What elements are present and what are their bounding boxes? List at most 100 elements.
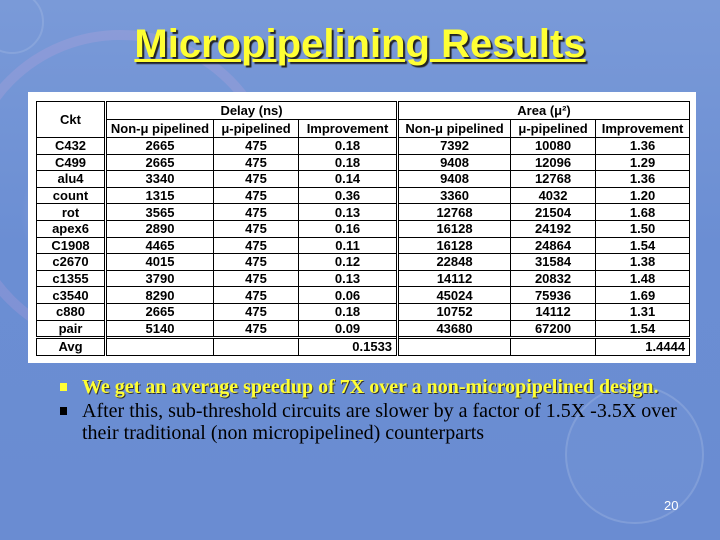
cell-delay-pipelined: 475 bbox=[213, 170, 299, 188]
cell-delay-non-pipelined: 4015 bbox=[105, 253, 214, 271]
cell-area-non-pipelined: 12768 bbox=[397, 203, 512, 221]
cell-area-non-pipelined: 3360 bbox=[397, 186, 512, 205]
cell-delay-non-pipelined: 3340 bbox=[105, 170, 214, 188]
cell-ckt: apex6 bbox=[36, 219, 107, 238]
page-number: 20 bbox=[664, 498, 679, 513]
cell-delay-non-pipelined: 3565 bbox=[105, 203, 214, 221]
cell-area-non-pipelined: 9408 bbox=[397, 153, 512, 172]
cell-area-pipelined: 4032 bbox=[510, 186, 597, 205]
cell-ckt: count bbox=[36, 186, 107, 205]
header-delay-improvement: Improvement bbox=[297, 119, 400, 138]
cell-delay-improvement: 0.36 bbox=[297, 186, 400, 205]
cell-delay-improvement: 0.16 bbox=[297, 219, 400, 238]
cell-delay-pipelined: 475 bbox=[213, 319, 299, 339]
bullet-text: After this, sub-threshold circuits are s… bbox=[82, 400, 677, 444]
cell-area-improvement: 1.54 bbox=[595, 319, 691, 339]
cell-delay-improvement: 0.1533 bbox=[297, 336, 400, 356]
cell-area-pipelined: 24864 bbox=[510, 236, 597, 255]
cell-area-non-pipelined: 10752 bbox=[397, 302, 512, 321]
cell-delay-pipelined: 475 bbox=[213, 219, 299, 238]
cell-area-non-pipelined: 45024 bbox=[397, 286, 512, 304]
cell-area-pipelined: 24192 bbox=[510, 219, 597, 238]
cell-area-improvement: 1.4444 bbox=[595, 336, 691, 356]
header-area-non-pipelined: Non-μ pipelined bbox=[397, 119, 512, 138]
cell-area-non-pipelined: 7392 bbox=[397, 137, 512, 155]
cell-area-non-pipelined: 22848 bbox=[397, 253, 512, 271]
cell-area-improvement: 1.29 bbox=[595, 153, 691, 172]
header-delay-non-pipelined: Non-μ pipelined bbox=[105, 119, 214, 138]
cell-delay-non-pipelined: 1315 bbox=[105, 186, 214, 205]
cell-delay-improvement: 0.09 bbox=[297, 319, 400, 339]
cell-delay-improvement: 0.06 bbox=[297, 286, 400, 304]
table-group-header-row: Ckt Delay (ns) Area (μ²) bbox=[36, 101, 691, 138]
cell-delay-pipelined bbox=[213, 336, 299, 356]
cell-delay-improvement: 0.12 bbox=[297, 253, 400, 271]
results-table-panel: Ckt Delay (ns) Area (μ²) Non-μ pipelined… bbox=[28, 92, 696, 363]
cell-area-pipelined: 67200 bbox=[510, 319, 597, 339]
cell-delay-improvement: 0.13 bbox=[297, 203, 400, 221]
cell-area-pipelined: 31584 bbox=[510, 253, 597, 271]
cell-delay-improvement: 0.14 bbox=[297, 170, 400, 188]
cell-area-non-pipelined: 16128 bbox=[397, 219, 512, 238]
table-row: c1355 3790 475 0.13 14112 20832 1.48 bbox=[36, 269, 691, 288]
table-row: c880 2665 475 0.18 10752 14112 1.31 bbox=[36, 302, 691, 321]
cell-area-non-pipelined bbox=[397, 336, 512, 356]
cell-area-pipelined: 14112 bbox=[510, 302, 597, 321]
cell-area-improvement: 1.48 bbox=[595, 269, 691, 288]
cell-area-improvement: 1.68 bbox=[595, 203, 691, 221]
table-row: rot 3565 475 0.13 12768 21504 1.68 bbox=[36, 203, 691, 221]
cell-ckt: c880 bbox=[36, 302, 107, 321]
cell-delay-pipelined: 475 bbox=[213, 137, 299, 155]
table-row: C499 2665 475 0.18 9408 12096 1.29 bbox=[36, 153, 691, 172]
table-row: count 1315 475 0.36 3360 4032 1.20 bbox=[36, 186, 691, 205]
cell-ckt: C1908 bbox=[36, 236, 107, 255]
cell-area-pipelined: 21504 bbox=[510, 203, 597, 221]
cell-delay-non-pipelined: 2665 bbox=[105, 302, 214, 321]
cell-area-improvement: 1.54 bbox=[595, 236, 691, 255]
slide-title: Micropipelining Results bbox=[134, 22, 586, 66]
cell-area-pipelined: 20832 bbox=[510, 269, 597, 288]
table-row: pair 5140 475 0.09 43680 67200 1.54 bbox=[36, 319, 691, 339]
cell-ckt: pair bbox=[36, 319, 107, 339]
bullet-square-icon bbox=[60, 383, 67, 391]
bullet-list: We get an average speedup of 7X over a n… bbox=[60, 376, 682, 444]
table-body: C432 2665 475 0.18 7392 10080 1.36 C499 2665 475 0… bbox=[36, 137, 691, 356]
cell-area-pipelined: 10080 bbox=[510, 137, 597, 155]
bullet-item-speedup: We get an average speedup of 7X over a n… bbox=[60, 376, 682, 398]
cell-delay-pipelined: 475 bbox=[213, 186, 299, 205]
cell-area-improvement: 1.38 bbox=[595, 253, 691, 271]
cell-area-pipelined: 75936 bbox=[510, 286, 597, 304]
table-row: alu4 3340 475 0.14 9408 12768 1.36 bbox=[36, 170, 691, 188]
cell-delay-non-pipelined: 2890 bbox=[105, 219, 214, 238]
cell-ckt: C499 bbox=[36, 153, 107, 172]
cell-delay-pipelined: 475 bbox=[213, 203, 299, 221]
cell-ckt: c3540 bbox=[36, 286, 107, 304]
table-sub-header-row: Non-μ pipelined μ-pipelined Improvement … bbox=[37, 119, 691, 138]
cell-ckt: C432 bbox=[36, 137, 107, 155]
cell-delay-improvement: 0.11 bbox=[297, 236, 400, 255]
header-delay-pipelined: μ-pipelined bbox=[213, 119, 299, 138]
header-area-pipelined: μ-pipelined bbox=[510, 119, 597, 138]
cell-area-improvement: 1.36 bbox=[595, 137, 691, 155]
cell-area-improvement: 1.36 bbox=[595, 170, 691, 188]
cell-delay-non-pipelined: 2665 bbox=[105, 137, 214, 155]
bullet-item-slowdown: After this, sub-threshold circuits are s… bbox=[60, 400, 682, 444]
cell-delay-pipelined: 475 bbox=[213, 286, 299, 304]
cell-area-non-pipelined: 9408 bbox=[397, 170, 512, 188]
cell-delay-non-pipelined: 2665 bbox=[105, 153, 214, 172]
cell-delay-non-pipelined bbox=[105, 336, 214, 356]
cell-delay-pipelined: 475 bbox=[213, 269, 299, 288]
cell-area-improvement: 1.31 bbox=[595, 302, 691, 321]
table-row: apex6 2890 475 0.16 16128 24192 1.50 bbox=[36, 219, 691, 238]
cell-delay-improvement: 0.18 bbox=[297, 153, 400, 172]
cell-ckt: c2670 bbox=[36, 253, 107, 271]
table-row: C432 2665 475 0.18 7392 10080 1.36 bbox=[36, 137, 691, 155]
cell-area-pipelined: 12096 bbox=[510, 153, 597, 172]
cell-delay-improvement: 0.18 bbox=[297, 302, 400, 321]
cell-area-pipelined bbox=[510, 336, 597, 356]
cell-delay-pipelined: 475 bbox=[213, 153, 299, 172]
cell-delay-non-pipelined: 8290 bbox=[105, 286, 214, 304]
results-table: Ckt Delay (ns) Area (μ²) Non-μ pipelined… bbox=[36, 101, 691, 356]
bullet-square-icon bbox=[60, 407, 67, 415]
header-ckt: Ckt bbox=[36, 101, 107, 138]
